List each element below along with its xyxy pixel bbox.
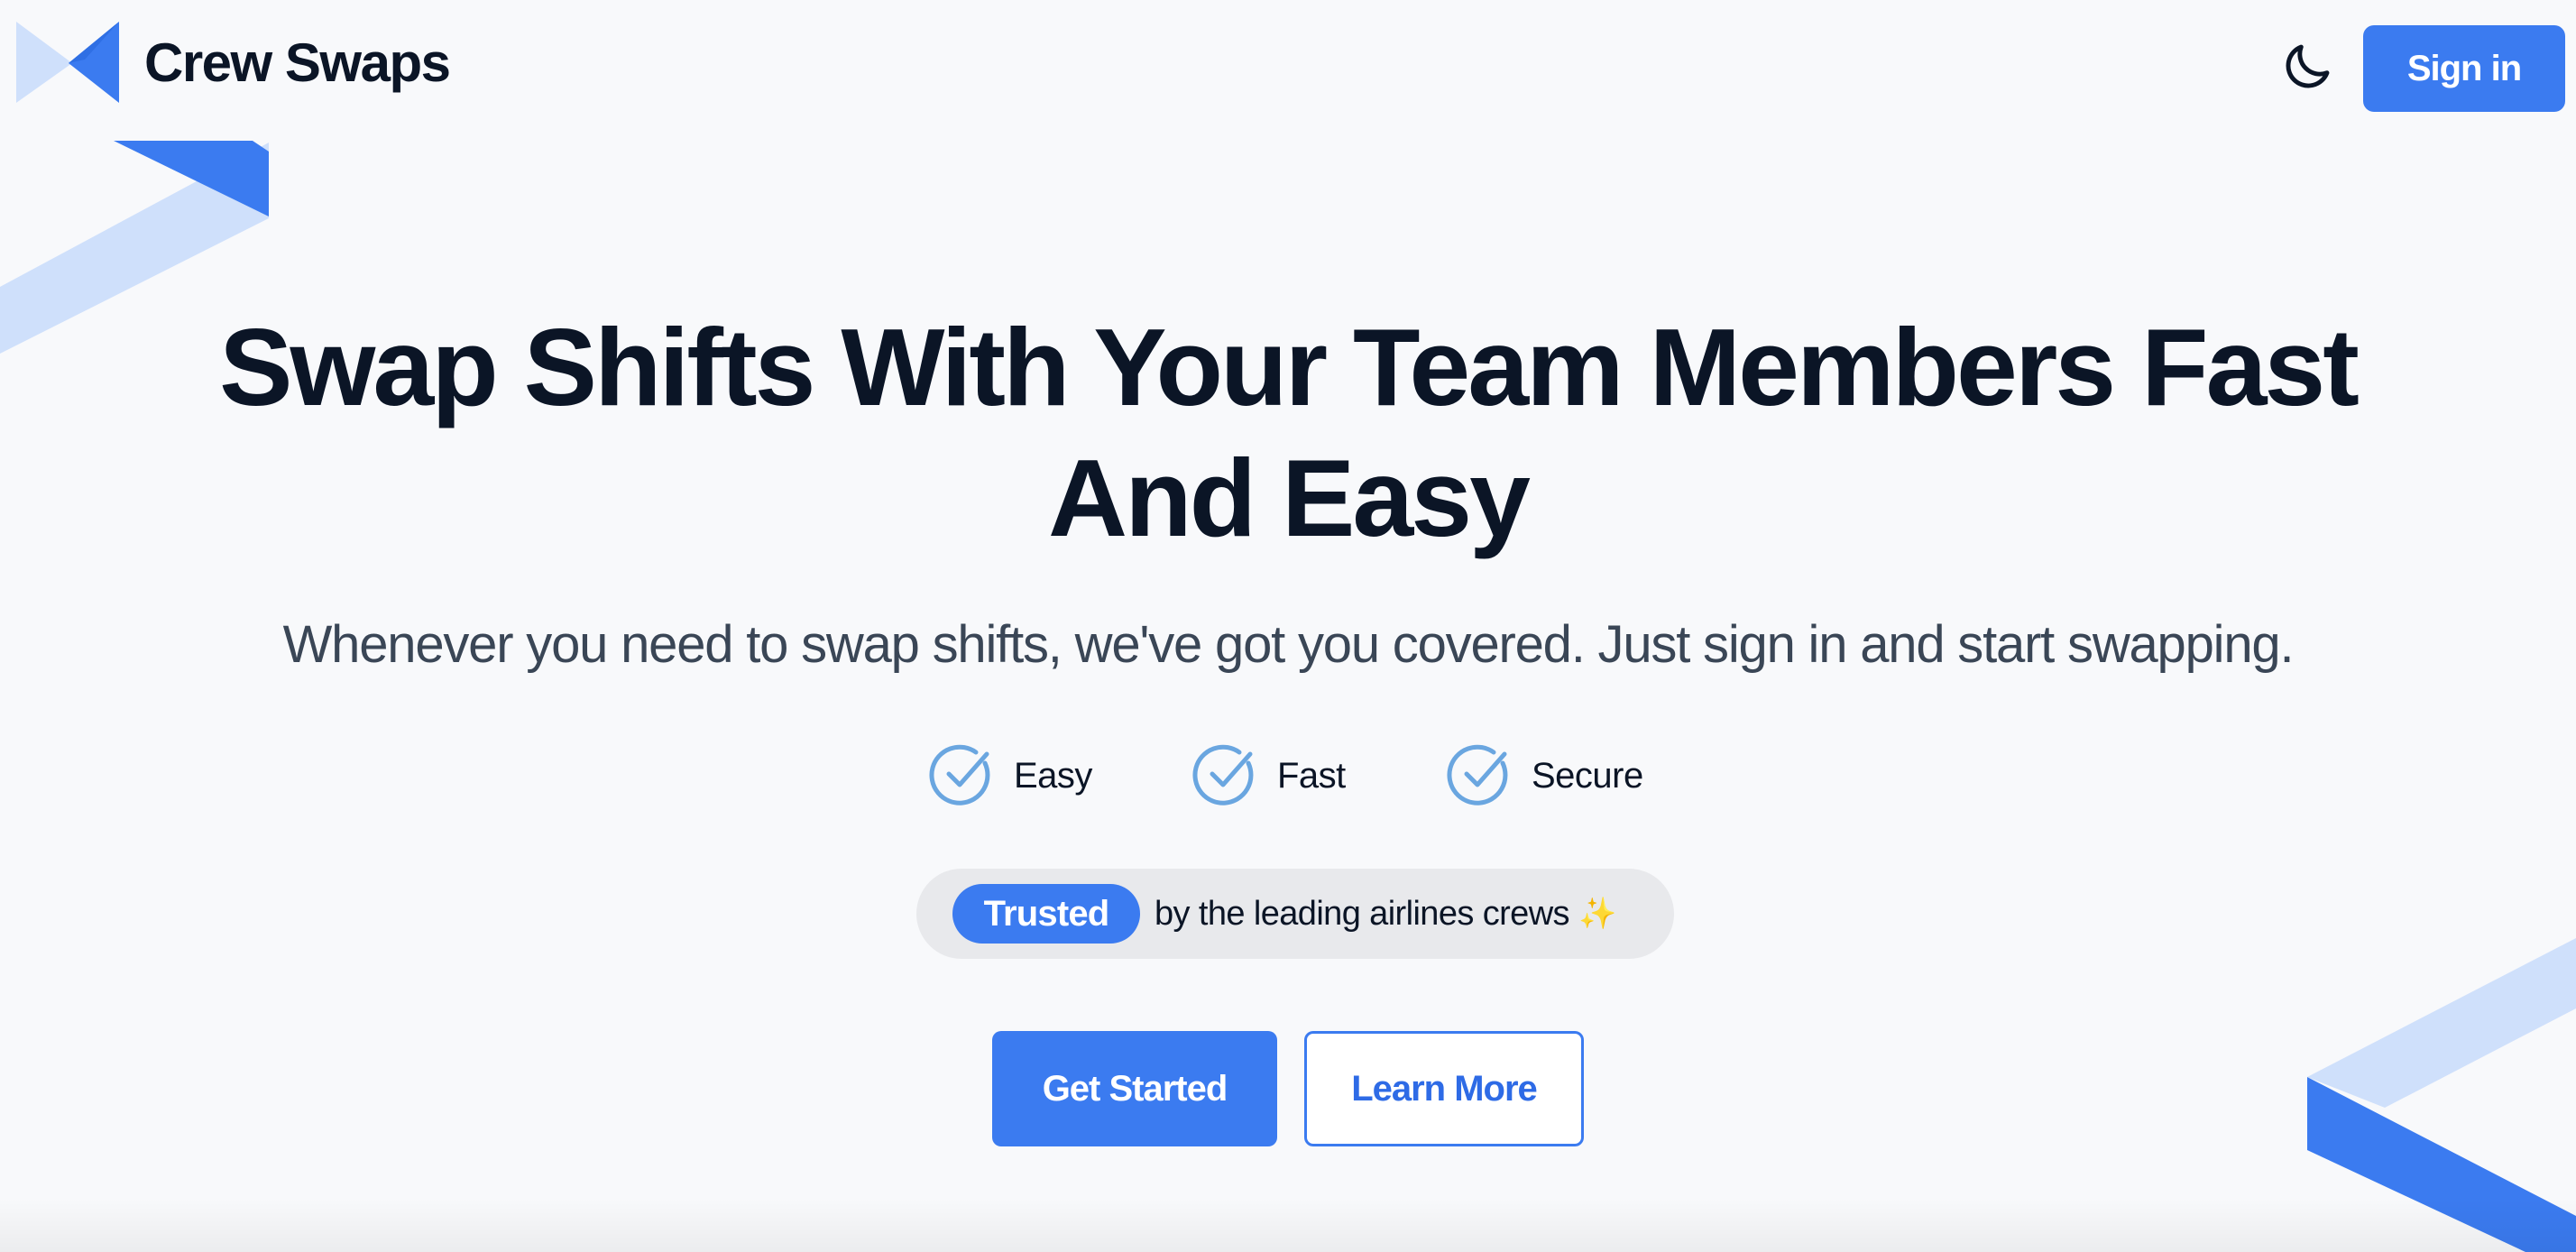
moon-icon (2286, 44, 2330, 88)
hero-title: Swap Shifts With Your Team Members Fast … (0, 302, 2576, 564)
trusted-pill: Trusted by the leading airlines crews ✨ (916, 869, 1674, 959)
ribbon-bottom-right-light (2307, 938, 2576, 1108)
check-circle-icon (1447, 744, 1508, 806)
hero-title-line-1: Swap Shifts With Your Team Members Fast (219, 306, 2360, 428)
sparkles-icon: ✨ (1578, 897, 1617, 931)
brand-name: Crew Swaps (144, 32, 451, 93)
hero-subtitle: Whenever you need to swap shifts, we've … (282, 615, 2295, 674)
get-started-button[interactable]: Get Started (992, 1031, 1277, 1146)
feature-fast: Fast (1192, 738, 1346, 814)
feature-label: Easy (1014, 755, 1092, 796)
feature-label: Secure (1532, 755, 1643, 796)
top-nav: Crew Swaps Sign in (0, 0, 2576, 135)
feature-list: Easy Fast Secure (0, 738, 2576, 814)
ribbon-top-left-dark (114, 141, 269, 216)
trusted-text: by the leading airlines crews (1155, 894, 1570, 933)
learn-more-button[interactable]: Learn More (1304, 1031, 1584, 1146)
trusted-badge: Trusted (952, 884, 1140, 944)
hero-title-line-2: And Easy (1048, 437, 1531, 559)
landing-page: Crew Swaps Sign in Swap Shifts With Your… (0, 0, 2576, 1252)
theme-toggle-button[interactable] (2273, 32, 2341, 101)
check-circle-icon (929, 744, 990, 806)
check-circle-icon (1192, 744, 1254, 806)
feature-easy: Easy (929, 738, 1092, 814)
feature-secure: Secure (1447, 738, 1643, 814)
bottom-shade (0, 1198, 2576, 1252)
crew-swaps-logo-icon (16, 22, 119, 103)
feature-label: Fast (1277, 755, 1346, 796)
logo-link[interactable]: Crew Swaps (16, 22, 451, 105)
sign-in-button[interactable]: Sign in (2363, 25, 2565, 112)
